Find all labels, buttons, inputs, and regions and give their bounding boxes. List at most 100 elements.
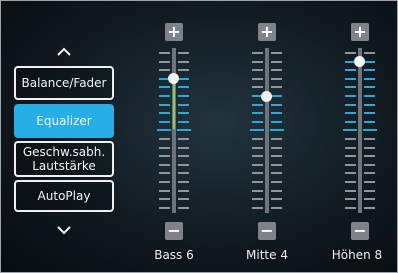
slider-tick <box>159 206 170 209</box>
slider-tick <box>364 60 375 63</box>
slider-tick <box>271 189 282 192</box>
slider-tick <box>252 120 263 123</box>
slider-fill <box>173 77 175 130</box>
slider-tick <box>178 52 189 54</box>
slider-tick <box>178 198 189 201</box>
slider-tick <box>252 189 263 192</box>
balance-fader-label: Balance/Fader <box>21 76 107 90</box>
slider-tick <box>178 138 189 140</box>
slider-tick <box>159 86 170 89</box>
slider-tick <box>364 120 375 123</box>
speed-volume-label-line2: Lautstärke <box>32 159 96 173</box>
slider-tick <box>178 77 189 80</box>
slider-tick <box>252 198 263 201</box>
slider-tick <box>364 69 375 72</box>
slider-tick <box>345 112 356 115</box>
slider-tick <box>271 172 282 175</box>
slider-tick <box>345 146 356 149</box>
slider-tick <box>364 112 375 115</box>
hoehen-slider[interactable] <box>343 48 377 216</box>
slider-tick <box>252 138 263 140</box>
slider-knob[interactable] <box>261 90 272 102</box>
autoplay-button[interactable]: AutoPlay <box>14 180 114 212</box>
slider-tick <box>252 206 263 209</box>
slider-tick <box>177 129 191 132</box>
slider-tick <box>271 86 282 89</box>
slider-tick <box>159 69 170 72</box>
balance-fader-button[interactable]: Balance/Fader <box>14 66 114 100</box>
slider-tick <box>178 95 189 97</box>
slider-tick <box>271 206 282 209</box>
slider-tick <box>250 129 264 132</box>
autoplay-label: AutoPlay <box>37 189 91 203</box>
slider-tick <box>271 138 282 140</box>
slider-knob[interactable] <box>168 73 179 85</box>
slider-tick <box>271 146 282 149</box>
slider-tick <box>345 198 356 201</box>
slider-tick <box>364 77 375 80</box>
slider-rail <box>265 48 269 213</box>
slider-tick <box>178 69 189 72</box>
slider-tick <box>364 155 375 158</box>
speed-volume-button[interactable]: Geschw.sabh. Lautstärke <box>14 141 114 177</box>
slider-knob[interactable] <box>354 56 365 68</box>
mitte-plus-button[interactable]: + <box>258 23 276 41</box>
slider-tick <box>252 60 263 63</box>
slider-tick <box>178 172 189 175</box>
slider-tick <box>271 198 282 201</box>
slider-tick <box>364 103 375 106</box>
equalizer-button[interactable]: Equalizer <box>14 104 114 138</box>
slider-tick <box>345 172 356 175</box>
slider-tick <box>345 52 356 54</box>
slider-tick <box>271 77 282 80</box>
slider-tick <box>178 155 189 158</box>
bass-label: Bass 6 <box>154 248 194 262</box>
slider-tick <box>252 172 263 175</box>
slider-tick <box>271 112 282 115</box>
mitte-slider[interactable] <box>250 48 284 216</box>
slider-rail <box>358 48 362 213</box>
slider-tick <box>159 181 170 183</box>
equalizer-label: Equalizer <box>36 114 92 128</box>
slider-tick <box>271 95 282 97</box>
slider-tick <box>345 206 356 209</box>
slider-tick <box>252 146 263 149</box>
slider-tick <box>271 52 282 54</box>
hoehen-plus-button[interactable]: + <box>351 23 369 41</box>
slider-tick <box>271 69 282 72</box>
slider-tick <box>343 129 357 132</box>
slider-tick <box>178 120 189 123</box>
slider-tick <box>178 146 189 149</box>
slider-tick <box>364 52 375 54</box>
bass-slider[interactable] <box>157 48 191 216</box>
slider-tick <box>271 103 282 106</box>
slider-tick <box>345 138 356 140</box>
slider-tick <box>252 86 263 89</box>
slider-tick <box>178 206 189 209</box>
slider-tick <box>271 181 282 183</box>
slider-tick <box>364 181 375 183</box>
scroll-up-icon[interactable] <box>40 42 88 62</box>
scroll-down-icon[interactable] <box>40 220 88 240</box>
slider-tick <box>364 163 375 166</box>
slider-tick <box>178 112 189 115</box>
slider-tick <box>252 52 263 54</box>
slider-tick <box>252 181 263 183</box>
slider-tick <box>159 155 170 158</box>
slider-tick <box>159 112 170 115</box>
slider-tick <box>252 69 263 72</box>
slider-tick <box>159 163 170 166</box>
slider-tick <box>345 120 356 123</box>
slider-tick <box>271 155 282 158</box>
slider-tick <box>159 138 170 140</box>
slider-tick <box>252 103 263 106</box>
slider-tick <box>364 172 375 175</box>
bass-plus-button[interactable]: + <box>165 23 183 41</box>
hoehen-minus-button[interactable]: − <box>351 222 369 240</box>
slider-tick <box>345 95 356 97</box>
mitte-minus-button[interactable]: − <box>258 222 276 240</box>
speed-volume-label-line1: Geschw.sabh. <box>22 145 106 159</box>
slider-tick <box>364 198 375 201</box>
bass-minus-button[interactable]: − <box>165 222 183 240</box>
slider-tick <box>159 172 170 175</box>
